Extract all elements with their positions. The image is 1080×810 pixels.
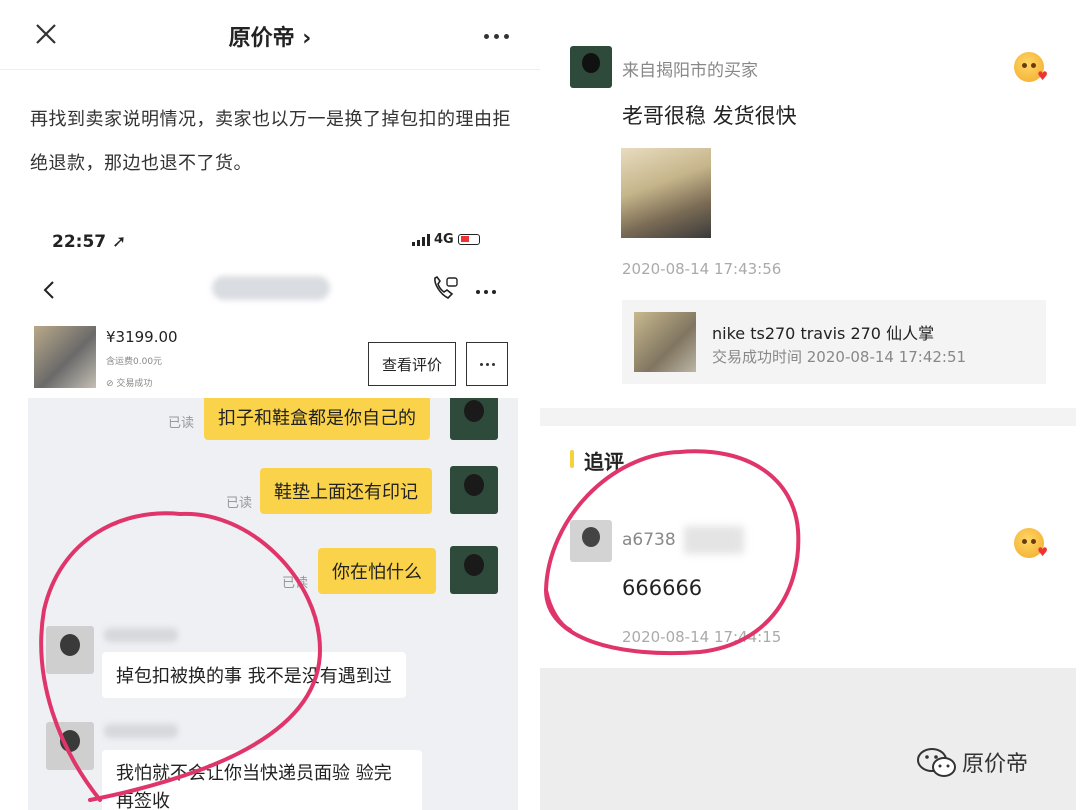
battery-icon [457, 234, 480, 245]
back-icon[interactable] [42, 280, 56, 300]
read-receipt: 已读 [226, 496, 253, 511]
seller-avatar[interactable] [46, 722, 94, 770]
product-card-deal-time: 交易成功时间 2020-08-14 17:42:51 [712, 348, 967, 366]
message-bubble-sent[interactable]: 你在怕什么 [318, 548, 436, 594]
network-label: 4G [434, 232, 454, 247]
follow-accent-bar [570, 450, 574, 468]
review-photo[interactable] [621, 148, 711, 238]
chat-screenshot: 22:57 ➚ 4G ¥3199.00 含运费0.00元 ⊘ 交易成功 查看评价 [28, 210, 518, 810]
wechat-icon [917, 748, 956, 777]
deal-status-label: 交易成功 [116, 379, 153, 389]
self-avatar[interactable] [450, 546, 498, 594]
screenshot-collage: 原价帝 › 再找到卖家说明情况，卖家也以万一是换了掉包扣的理由拒绝退款，那边也退… [0, 0, 1080, 810]
blurred-seller-name [104, 628, 178, 642]
buyer-avatar[interactable] [570, 46, 612, 88]
follow-user-avatar[interactable] [570, 520, 612, 562]
view-review-button[interactable]: 查看评价 [368, 342, 456, 386]
follow-review-heading: 追评 [584, 450, 624, 474]
product-card-name: nike ts270 travis 270 仙人掌 [712, 324, 935, 343]
review-time: 2020-08-14 17:43:56 [622, 260, 782, 278]
message-bubble-sent[interactable]: 鞋垫上面还有印记 [260, 468, 432, 514]
shipping-fee: 含运费0.00元 [106, 357, 163, 367]
more-icon[interactable] [484, 34, 509, 39]
blurred-seller-name [104, 724, 178, 738]
buyer-location: 来自揭阳市的买家 [622, 61, 758, 81]
blurred-contact-name [212, 276, 330, 300]
emoji-icon: ♥ [1014, 52, 1048, 82]
self-avatar[interactable] [450, 398, 498, 440]
message-bubble-received[interactable]: 掉包扣被换的事 我不是没有遇到过 [102, 652, 406, 698]
review-panel: 来自揭阳市的买家 ♥ 老哥很稳 发货很快 2020-08-14 17:43:56… [540, 0, 1080, 810]
read-receipt: 已读 [282, 576, 309, 591]
section-divider [540, 408, 1076, 426]
review-text: 老哥很稳 发货很快 [622, 104, 797, 128]
follow-user-name: a6738 [622, 530, 676, 550]
article-text: 再找到卖家说明情况，卖家也以万一是换了掉包扣的理由拒绝退款，那边也退不了货。 [30, 109, 511, 174]
article-topbar: 原价帝 › [0, 0, 540, 70]
follow-review-text: 666666 [622, 576, 703, 600]
message-bubble-received[interactable]: 我怕就不会让你当快递员面验 验完再签收 [102, 750, 422, 810]
article-panel: 原价帝 › 再找到卖家说明情况，卖家也以万一是换了掉包扣的理由拒绝退款，那边也退… [0, 0, 540, 810]
status-time: 22:57 ➚ [52, 232, 127, 252]
deal-status: ⊘ 交易成功 [106, 379, 153, 389]
empty-area [540, 668, 1076, 810]
chat-more-icon[interactable] [476, 290, 496, 294]
phone-call-icon[interactable] [430, 274, 460, 302]
emoji-icon: ♥ [1014, 528, 1048, 558]
watermark-text: 原价帝 [962, 752, 1029, 777]
product-thumbnail[interactable] [34, 326, 96, 388]
account-title[interactable]: 原价帝 › [0, 20, 540, 52]
product-card[interactable]: nike ts270 travis 270 仙人掌 交易成功时间 2020-08… [622, 300, 1046, 384]
follow-review-time: 2020-08-14 17:44:15 [622, 628, 782, 646]
product-more-button[interactable] [466, 342, 508, 386]
blurred-user-name [684, 526, 744, 554]
status-indicators: 4G [412, 232, 480, 247]
product-price: ¥3199.00 [106, 328, 178, 346]
signal-icon [412, 233, 430, 246]
read-receipt: 已读 [168, 416, 195, 431]
seller-avatar[interactable] [46, 626, 94, 674]
self-avatar[interactable] [450, 466, 498, 514]
product-card-thumbnail [634, 312, 696, 372]
chat-area: 已读 扣子和鞋盒都是你自己的 已读 鞋垫上面还有印记 已读 你在怕什么 掉包扣被… [28, 398, 518, 810]
message-bubble-sent[interactable]: 扣子和鞋盒都是你自己的 [204, 398, 430, 440]
